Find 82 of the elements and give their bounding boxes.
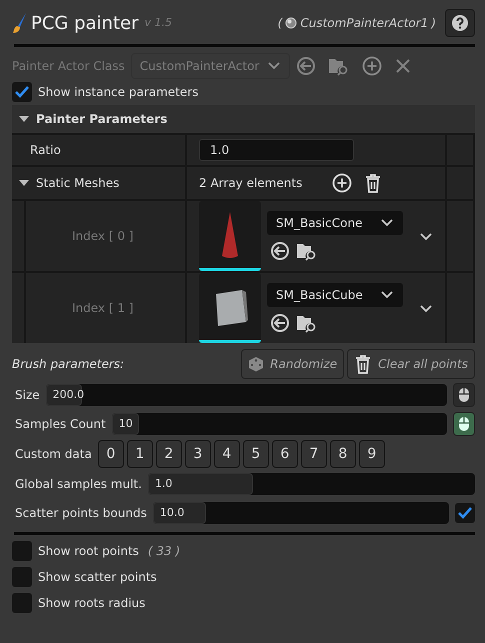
field-label: Size	[15, 387, 40, 404]
clear-icon[interactable]	[394, 57, 412, 75]
mesh-dropdown[interactable]: SM_BasicCone	[267, 211, 403, 235]
use-selected-icon[interactable]	[270, 241, 290, 261]
checkbox[interactable]	[12, 567, 32, 587]
slider-value: 10	[118, 416, 133, 432]
slider-fill[interactable]: 10	[112, 413, 139, 435]
help-icon[interactable]	[451, 14, 469, 32]
use-selected-icon[interactable]	[270, 313, 290, 333]
mesh-thumbnail[interactable]	[199, 201, 261, 271]
version-label: v 1.5	[144, 14, 172, 31]
sphere-icon	[285, 17, 298, 29]
number-button[interactable]: 3	[184, 440, 211, 468]
array-count: 2 Array elements	[199, 175, 302, 192]
slider-field[interactable]: 200.0	[46, 384, 447, 406]
field-label: Scatter points bounds	[15, 505, 147, 522]
folder-search-icon[interactable]	[296, 313, 318, 333]
number-button[interactable]: 4	[214, 440, 240, 468]
number-button[interactable]: 1	[126, 440, 153, 468]
slider-fill[interactable]: 10.0	[152, 502, 206, 524]
property-label: Static Meshes	[36, 175, 120, 192]
checkbox-label: Show scatter points	[38, 569, 157, 586]
check-icon	[457, 506, 473, 520]
slider-field[interactable]: 10	[112, 413, 447, 435]
paintbrush-icon	[12, 12, 28, 34]
slider-fill[interactable]: 200.0	[46, 384, 82, 406]
number-button[interactable]: 5	[242, 440, 269, 468]
field-label: Painter Actor Class	[12, 58, 125, 75]
checkbox-label: Show instance parameters	[38, 84, 198, 101]
chevron-down-icon[interactable]	[419, 232, 433, 242]
ratio-field[interactable]: 1.0	[199, 139, 354, 161]
mouse-icon	[458, 416, 470, 432]
section-title: Painter Parameters	[36, 111, 168, 128]
bracket: )	[431, 15, 436, 32]
chevron-down-icon[interactable]	[380, 218, 394, 228]
add-icon[interactable]	[332, 173, 352, 193]
dice-icon	[248, 356, 264, 372]
brush-button[interactable]: Randomize	[241, 349, 344, 379]
index-label: Index [ 1 ]	[72, 300, 134, 317]
field-label: Custom data	[15, 446, 92, 463]
brush-button[interactable]: Clear all points	[347, 349, 475, 379]
chevron-down-icon[interactable]	[419, 304, 433, 314]
number-button[interactable]: 9	[358, 440, 385, 468]
check-icon	[14, 85, 30, 99]
chevron-down-icon[interactable]	[380, 290, 394, 300]
checkbox-label: Show root points	[38, 543, 139, 560]
checkbox-label: Show roots radius	[38, 595, 146, 612]
bracket: (	[278, 15, 282, 32]
number-button[interactable]: 8	[330, 440, 356, 468]
trash-icon[interactable]	[364, 173, 382, 193]
slider-value: 200.0	[52, 387, 84, 403]
index-label: Index [ 0 ]	[72, 228, 134, 245]
number-button[interactable]: 2	[156, 440, 182, 468]
checkbox[interactable]	[12, 541, 32, 561]
app-title: PCG painter	[31, 12, 138, 36]
number-button[interactable]: 7	[300, 440, 327, 468]
mesh-thumbnail[interactable]	[199, 273, 261, 343]
slider-field[interactable]: 10.0	[152, 502, 449, 524]
slider-fill[interactable]: 1.0	[148, 473, 253, 495]
mouse-toggle-button[interactable]	[453, 383, 475, 407]
mesh-dropdown[interactable]: SM_BasicCube	[267, 283, 403, 307]
field-label: Samples Count	[15, 416, 106, 433]
actor-name[interactable]: CustomPainterActor1	[300, 14, 428, 32]
point-count: ( 33 )	[148, 543, 180, 560]
checkbox[interactable]	[12, 593, 32, 613]
folder-search-icon[interactable]	[296, 241, 318, 261]
mouse-toggle-button[interactable]	[453, 412, 475, 436]
slider-field[interactable]: 1.0	[148, 473, 475, 495]
slider-value: 10.0	[160, 505, 184, 521]
number-button[interactable]: 0	[98, 440, 124, 468]
slider-value: 1.0	[154, 476, 172, 492]
expand-triangle-icon[interactable]	[18, 178, 30, 188]
checkbox[interactable]	[12, 82, 32, 102]
mouse-icon	[458, 387, 470, 403]
checkbox[interactable]	[455, 503, 475, 523]
expand-triangle-icon[interactable]	[18, 114, 30, 124]
section-title: Brush parameters:	[12, 356, 124, 373]
property-label: Ratio	[30, 142, 61, 159]
trash-icon[interactable]	[354, 354, 372, 374]
help-button[interactable]	[445, 9, 475, 37]
field-label: Global samples mult.	[15, 476, 142, 493]
number-button[interactable]: 6	[272, 440, 298, 468]
